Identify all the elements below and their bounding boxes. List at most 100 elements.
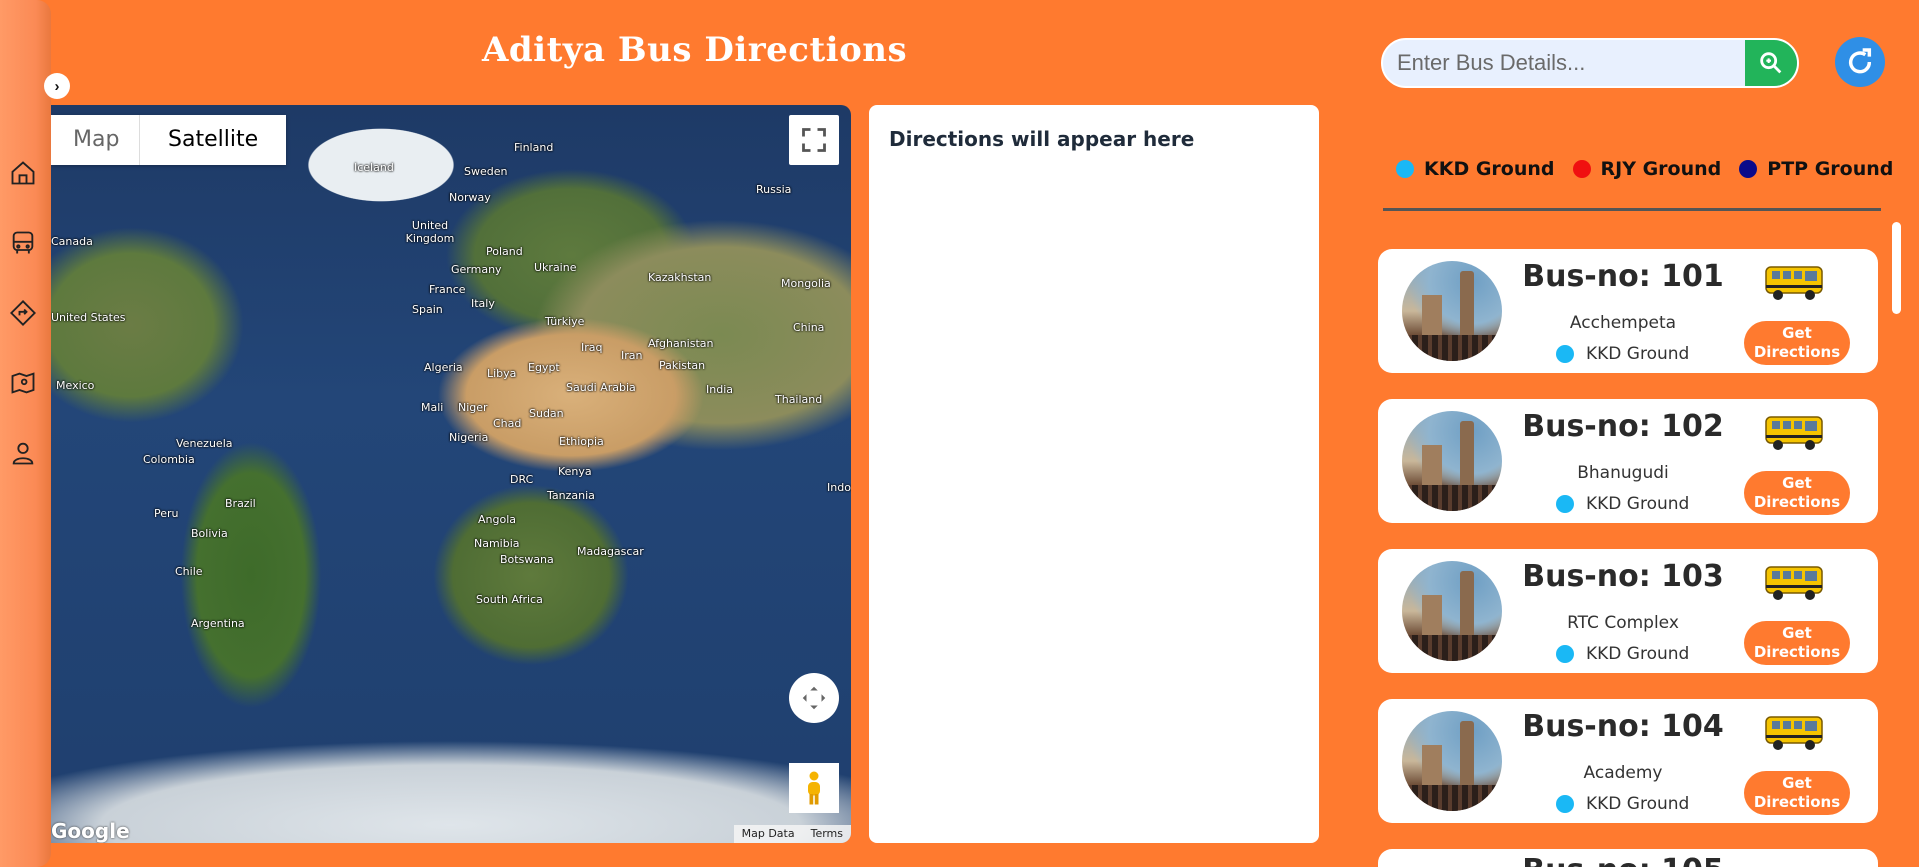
- map-label: Sudan: [529, 407, 564, 420]
- map-label: Sweden: [464, 165, 508, 178]
- legend-item-rjy: RJY Ground: [1572, 158, 1722, 180]
- rjy-dot-icon: [1572, 160, 1591, 178]
- map-label: Kenya: [558, 465, 592, 478]
- pan-control[interactable]: [789, 673, 839, 723]
- bus-ground: KKD Ground: [1556, 644, 1689, 664]
- bus-route: Bhanugudi: [1577, 463, 1669, 483]
- bus-icon[interactable]: [8, 228, 38, 258]
- map-type-satellite-button[interactable]: Satellite: [139, 115, 286, 165]
- map-label: Poland: [486, 245, 523, 258]
- divider: [1383, 208, 1881, 211]
- search-input[interactable]: [1383, 40, 1745, 86]
- home-icon[interactable]: [8, 158, 38, 188]
- bus-list-scrollbar[interactable]: [1892, 222, 1901, 314]
- bus-card[interactable]: Bus-no: 101 Acchempeta KKD Ground Get Di…: [1378, 249, 1878, 373]
- directions-icon[interactable]: [8, 298, 38, 328]
- map-label: Egypt: [528, 361, 560, 374]
- bus-card[interactable]: Bus-no: 103 RTC Complex KKD Ground Get D…: [1378, 549, 1878, 673]
- school-bus-icon: [1765, 266, 1823, 300]
- legend-item-ptp: PTP Ground: [1739, 158, 1893, 180]
- map-label: Tanzania: [547, 489, 595, 502]
- get-directions-button[interactable]: Get Directions: [1744, 321, 1850, 365]
- get-directions-button[interactable]: Get Directions: [1744, 771, 1850, 815]
- bus-ground-label: KKD Ground: [1586, 344, 1690, 364]
- map-type-map-button[interactable]: Map: [51, 115, 139, 165]
- chevron-right-icon[interactable]: ›: [44, 73, 70, 99]
- school-bus-icon: [1765, 566, 1823, 600]
- legend-label: PTP Ground: [1767, 158, 1894, 180]
- bus-number: Bus-no: 101: [1522, 259, 1724, 294]
- user-icon[interactable]: [8, 438, 38, 468]
- bus-number: Bus-no: 105: [1518, 853, 1728, 867]
- bus-ground-label: KKD Ground: [1586, 494, 1690, 514]
- map-label: Ukraine: [534, 261, 577, 274]
- search-bar: [1381, 38, 1799, 88]
- bus-card[interactable]: Bus-no: 104 Academy KKD Ground Get Direc…: [1378, 699, 1878, 823]
- street-view-pegman[interactable]: [789, 763, 839, 813]
- sidebar: [0, 0, 51, 867]
- directions-panel: Directions will appear here: [869, 105, 1319, 843]
- map-label: DRC: [510, 473, 534, 486]
- map-label: Colombia: [143, 453, 195, 466]
- map-label: Iraq: [581, 341, 603, 354]
- bus-ground: KKD Ground: [1556, 344, 1689, 364]
- map-view[interactable]: Map Satellite Finland Iceland Sweden Rus…: [51, 105, 851, 843]
- get-directions-button[interactable]: Get Directions: [1744, 621, 1850, 665]
- bus-stop-avatar: [1402, 711, 1502, 811]
- school-bus-icon: [1765, 416, 1823, 450]
- map-label: France: [429, 283, 466, 296]
- map-footer: Map Data Terms: [733, 825, 851, 843]
- map-label: South Africa: [476, 593, 543, 606]
- map-label: Chile: [175, 565, 203, 578]
- map-type-control: Map Satellite: [51, 115, 287, 165]
- map-label: Brazil: [225, 497, 256, 510]
- map-label: Saudi Arabia: [566, 381, 636, 394]
- map-terms-link[interactable]: Terms: [803, 825, 851, 843]
- map-label: Mongolia: [781, 277, 831, 290]
- move-arrows-icon: [802, 686, 826, 710]
- legend-label: KKD Ground: [1424, 158, 1555, 180]
- map-label: United Kingdom: [405, 219, 455, 245]
- bus-route: RTC Complex: [1567, 613, 1679, 633]
- map-label: Ethiopia: [559, 435, 604, 448]
- map-label: Argentina: [191, 617, 245, 630]
- map-label: Spain: [412, 303, 443, 316]
- map-label: Namibia: [474, 537, 520, 550]
- search-button[interactable]: [1745, 40, 1797, 86]
- map-label: Russia: [756, 183, 792, 196]
- map-label: Mali: [421, 401, 444, 414]
- legend-label: RJY Ground: [1600, 158, 1722, 180]
- bus-number: Bus-no: 102: [1522, 409, 1724, 444]
- school-bus-icon: [1765, 716, 1823, 750]
- search-icon: [1760, 52, 1782, 74]
- bus-card[interactable]: Bus-no: 102 Bhanugudi KKD Ground Get Dir…: [1378, 399, 1878, 523]
- bus-stop-avatar: [1402, 411, 1502, 511]
- map-label: Libya: [487, 367, 517, 380]
- fullscreen-button[interactable]: [789, 115, 839, 165]
- directions-placeholder: Directions will appear here: [889, 127, 1195, 151]
- bus-stop-avatar: [1402, 561, 1502, 661]
- map-label: Afghanistan: [648, 337, 714, 350]
- map-label: China: [793, 321, 825, 334]
- legend-item-kkd: KKD Ground: [1396, 158, 1555, 180]
- kkd-dot-icon: [1556, 345, 1574, 363]
- get-directions-button[interactable]: Get Directions: [1744, 471, 1850, 515]
- ground-legend: KKD Ground RJY Ground PTP Ground: [1396, 158, 1893, 180]
- bus-route: Acchempeta: [1569, 313, 1677, 333]
- map-label: Peru: [154, 507, 179, 520]
- page-title: Aditya Bus Directions: [482, 30, 908, 70]
- map-label: Nigeria: [449, 431, 489, 444]
- google-logo: Google: [51, 819, 130, 843]
- bus-card[interactable]: Bus-no: 105: [1378, 849, 1878, 867]
- refresh-button[interactable]: [1835, 37, 1885, 87]
- map-data-link[interactable]: Map Data: [734, 825, 803, 843]
- map-label: Venezuela: [176, 437, 233, 450]
- map-pin-icon[interactable]: [8, 368, 38, 398]
- ptp-dot-icon: [1739, 160, 1758, 178]
- refresh-icon: [1848, 48, 1872, 74]
- map-label: Finland: [514, 141, 554, 154]
- map-label: Chad: [493, 417, 522, 430]
- map-label: Bolivia: [191, 527, 228, 540]
- map-label: Italy: [471, 297, 495, 310]
- kkd-dot-icon: [1396, 160, 1414, 178]
